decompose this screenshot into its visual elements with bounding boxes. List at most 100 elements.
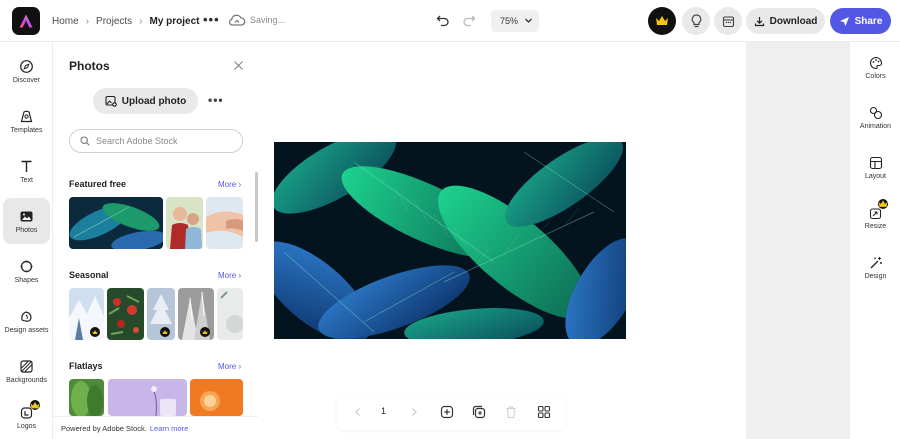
rail-item-shapes[interactable]: Shapes [3, 248, 50, 294]
schedule-button[interactable] [714, 7, 742, 35]
rail-item-animation[interactable]: Animation [850, 96, 900, 140]
download-label: Download [769, 15, 818, 27]
photos-icon [20, 211, 33, 221]
rail-item-backgrounds[interactable]: Backgrounds [3, 348, 50, 394]
ideas-button[interactable] [682, 7, 710, 35]
undo-icon[interactable] [436, 13, 450, 27]
share-label: Share [854, 15, 883, 27]
chevron-right-icon[interactable] [407, 405, 421, 419]
zoom-select[interactable]: 75% [491, 10, 539, 32]
right-rail: Colors Animation Layout Resize Design [849, 42, 900, 439]
premium-crown-icon [878, 199, 888, 209]
photo-thumbnail[interactable] [206, 197, 243, 249]
rail-label-design: Design [864, 273, 887, 280]
delete-page-icon[interactable] [504, 405, 518, 419]
animation-icon [869, 106, 882, 120]
rail-label-colors: Colors [865, 73, 886, 80]
left-rail: Discover Templates Text Photos Shapes De… [0, 42, 53, 439]
rail-label-logos: Logos [16, 422, 37, 430]
rail-item-design[interactable]: Design [850, 246, 900, 290]
panel-title: Photos [69, 59, 110, 73]
page-toolbar: 1 [337, 394, 565, 430]
top-bar: Home › Projects › My project ••• Saving.… [0, 0, 900, 42]
photo-thumbnail[interactable] [69, 288, 104, 340]
discover-icon [20, 59, 33, 73]
rail-label-templates: Templates [10, 126, 43, 134]
duplicate-page-icon[interactable] [472, 405, 486, 419]
photo-thumbnail[interactable] [190, 379, 243, 416]
canvas-area[interactable] [258, 42, 746, 439]
photo-thumbnail[interactable] [69, 379, 104, 416]
colors-icon [869, 56, 882, 70]
photo-thumbnail[interactable] [108, 379, 187, 416]
rail-item-resize[interactable]: Resize [850, 196, 900, 240]
download-button[interactable]: Download [746, 8, 825, 34]
photo-thumbnail[interactable] [69, 197, 163, 249]
photo-thumbnail[interactable] [147, 288, 175, 340]
close-icon[interactable] [233, 60, 244, 71]
leaf-photo[interactable] [274, 142, 626, 339]
flatlays-more-link[interactable]: More › [218, 362, 241, 371]
section-title-featured-free: Featured free [69, 179, 127, 189]
search-input[interactable] [96, 136, 236, 146]
seasonal-more-link[interactable]: More › [218, 271, 241, 280]
learn-more-link[interactable]: Learn more [150, 424, 188, 433]
cloud-sync-icon [228, 14, 246, 26]
adobe-express-logo[interactable] [12, 7, 40, 35]
rail-label-discover: Discover [12, 76, 41, 84]
send-icon [839, 16, 849, 26]
rail-item-logos[interactable]: Logos [3, 394, 50, 439]
breadcrumb-home[interactable]: Home [52, 16, 79, 27]
page-number: 1 [381, 406, 387, 416]
photo-thumbnail[interactable] [166, 197, 203, 249]
add-page-icon[interactable] [440, 405, 454, 419]
premium-button[interactable] [648, 7, 676, 35]
zoom-level: 75% [500, 16, 519, 26]
rail-label-animation: Animation [859, 123, 892, 130]
rail-item-text[interactable]: Text [3, 148, 50, 194]
redo-icon[interactable] [462, 13, 476, 27]
project-title[interactable]: My project [150, 16, 200, 27]
rail-label-backgrounds: Backgrounds [6, 376, 47, 384]
rail-label-text: Text [20, 176, 33, 184]
rail-item-colors[interactable]: Colors [850, 46, 900, 90]
text-icon [21, 160, 32, 172]
design-page[interactable] [274, 142, 626, 339]
breadcrumb-separator-icon: › [139, 15, 143, 27]
rail-item-discover[interactable]: Discover [3, 48, 50, 94]
share-button[interactable]: Share [830, 8, 891, 34]
chevron-left-icon[interactable] [351, 405, 365, 419]
section-title-flatlays: Flatlays [69, 361, 103, 371]
featured-free-more-link[interactable]: More › [218, 180, 241, 189]
search-field[interactable] [69, 129, 243, 153]
upload-photo-button[interactable]: Upload photo [93, 88, 198, 114]
crown-icon [656, 16, 668, 25]
panel-footer: Powered by Adobe Stock. Learn more [53, 416, 258, 439]
more-options-icon[interactable]: ••• [203, 12, 220, 27]
adobe-express-logo-icon [19, 14, 33, 28]
upload-photo-label: Upload photo [121, 95, 187, 107]
rail-item-templates[interactable]: Templates [3, 98, 50, 144]
photo-thumbnail[interactable] [107, 288, 144, 340]
design-wand-icon [870, 257, 882, 269]
breadcrumb-separator-icon: › [85, 15, 90, 27]
breadcrumb-projects[interactable]: Projects [96, 16, 132, 27]
search-icon [80, 136, 90, 146]
save-status: Saving... [250, 15, 286, 25]
grid-view-icon[interactable] [537, 405, 551, 419]
photos-panel: Photos Upload photo ••• Featured free Mo… [53, 42, 258, 439]
rail-label-shapes: Shapes [14, 276, 39, 284]
rail-item-design-assets[interactable]: Design assets [3, 298, 50, 344]
rail-item-photos[interactable]: Photos [3, 198, 50, 244]
rail-label-resize: Resize [864, 223, 887, 230]
more-options-icon[interactable]: ••• [208, 93, 224, 107]
rail-label-design-assets: Design assets [4, 326, 49, 334]
photo-thumbnail[interactable] [217, 288, 243, 340]
photo-thumbnail[interactable] [178, 288, 214, 340]
rail-label-layout: Layout [864, 173, 887, 180]
templates-icon [20, 110, 33, 122]
breadcrumb: Home › Projects › My project [52, 0, 200, 42]
rail-item-layout[interactable]: Layout [850, 146, 900, 190]
shapes-icon [20, 260, 33, 272]
chevron-down-icon [525, 18, 532, 23]
